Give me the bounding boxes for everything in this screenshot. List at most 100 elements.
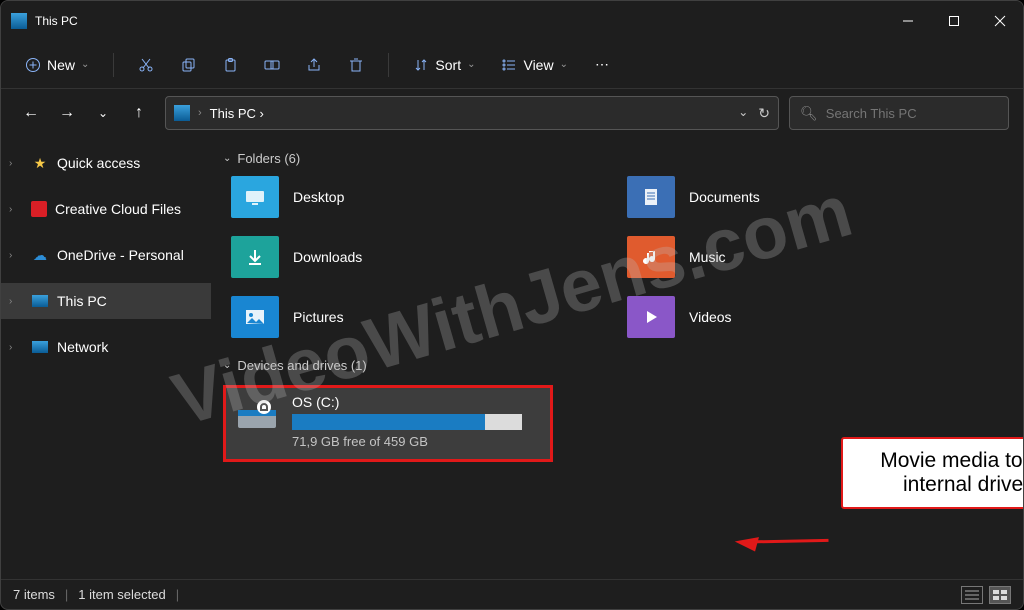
section-drives[interactable]: ⌄ Devices and drives (1) xyxy=(223,356,1013,379)
folder-icon xyxy=(627,176,675,218)
refresh-button[interactable]: ↻ xyxy=(758,105,770,122)
new-button[interactable]: New ⌄ xyxy=(15,47,99,83)
drive-icon xyxy=(234,394,280,434)
window-title: This PC xyxy=(35,14,885,28)
drive-os-c[interactable]: OS (C:) 71,9 GB free of 459 GB xyxy=(234,394,542,449)
chevron-right-icon: › xyxy=(198,107,202,119)
folder-label: Pictures xyxy=(293,309,344,325)
folder-downloads[interactable]: Downloads xyxy=(231,236,617,278)
callout-text: Movie media to an internal drive. xyxy=(880,449,1023,496)
folder-icon xyxy=(627,236,675,278)
annotation-arrow xyxy=(763,492,828,542)
chevron-down-icon: ⌄ xyxy=(560,59,568,70)
maximize-button[interactable] xyxy=(931,1,977,41)
sidebar-item-this-pc[interactable]: › This PC xyxy=(1,283,211,319)
status-bar: 7 items | 1 item selected | xyxy=(1,579,1023,609)
annotation-callout: Movie media to an internal drive. xyxy=(841,437,1023,509)
sort-button[interactable]: Sort ⌄ xyxy=(403,47,485,83)
delete-button[interactable] xyxy=(338,47,374,83)
folder-label: Desktop xyxy=(293,189,344,205)
sidebar: › ★ Quick access › Creative Cloud Files … xyxy=(1,137,211,579)
status-selected-count: 1 item selected xyxy=(78,587,165,602)
sidebar-item-creative-cloud[interactable]: › Creative Cloud Files xyxy=(1,191,211,227)
chevron-down-icon: ⌄ xyxy=(467,59,475,70)
drive-highlight-box: OS (C:) 71,9 GB free of 459 GB xyxy=(223,385,553,462)
cut-button[interactable] xyxy=(128,47,164,83)
chevron-right-icon: › xyxy=(9,204,23,215)
folder-label: Documents xyxy=(689,189,760,205)
sidebar-item-network[interactable]: › Network xyxy=(1,329,211,365)
more-button[interactable]: ⋯ xyxy=(584,47,620,83)
folder-label: Downloads xyxy=(293,249,362,265)
sidebar-item-label: Creative Cloud Files xyxy=(55,201,181,217)
view-large-icons-button[interactable] xyxy=(989,586,1011,604)
view-details-button[interactable] xyxy=(961,586,983,604)
chevron-right-icon: › xyxy=(9,296,23,307)
separator xyxy=(388,53,389,77)
paste-button[interactable] xyxy=(212,47,248,83)
share-button[interactable] xyxy=(296,47,332,83)
folder-videos[interactable]: Videos xyxy=(627,296,1013,338)
cloud-icon: ☁ xyxy=(31,246,49,264)
section-folders[interactable]: ⌄ Folders (6) xyxy=(223,149,1013,172)
search-box[interactable]: 🔍︎ xyxy=(789,96,1009,130)
view-label: View xyxy=(523,57,553,73)
folder-label: Videos xyxy=(689,309,732,325)
toolbar: New ⌄ Sort ⌄ View ⌄ xyxy=(1,41,1023,89)
drive-capacity-bar xyxy=(292,414,522,430)
search-input[interactable] xyxy=(826,106,1002,121)
folder-icon xyxy=(231,296,279,338)
this-pc-icon xyxy=(11,13,27,29)
sidebar-item-label: OneDrive - Personal xyxy=(57,247,184,263)
sort-label: Sort xyxy=(435,57,461,73)
back-button[interactable]: ← xyxy=(15,97,47,129)
new-label: New xyxy=(47,57,75,73)
section-label: Folders (6) xyxy=(237,151,300,166)
folder-music[interactable]: Music xyxy=(627,236,1013,278)
folder-desktop[interactable]: Desktop xyxy=(231,176,617,218)
separator xyxy=(113,53,114,77)
sidebar-item-onedrive[interactable]: › ☁ OneDrive - Personal xyxy=(1,237,211,273)
separator: | xyxy=(65,587,68,602)
network-icon xyxy=(31,338,49,356)
folder-documents[interactable]: Documents xyxy=(627,176,1013,218)
folder-icon xyxy=(231,236,279,278)
sidebar-item-quick-access[interactable]: › ★ Quick access xyxy=(1,145,211,181)
drive-used-fill xyxy=(292,414,485,430)
chevron-right-icon: › xyxy=(9,250,23,261)
chevron-down-icon: ⌄ xyxy=(81,59,89,70)
main-content: ⌄ Folders (6) Desktop Documents xyxy=(211,137,1023,579)
separator: | xyxy=(176,587,179,602)
this-pc-icon xyxy=(174,105,190,121)
search-icon: 🔍︎ xyxy=(800,105,818,122)
folder-icon xyxy=(231,176,279,218)
creative-cloud-icon xyxy=(31,201,47,217)
forward-button[interactable]: → xyxy=(51,97,83,129)
rename-button[interactable] xyxy=(254,47,290,83)
recent-button[interactable]: ⌄ xyxy=(87,97,119,129)
chevron-right-icon: › xyxy=(9,342,23,353)
up-button[interactable]: ↑ xyxy=(123,97,155,129)
folder-icon xyxy=(627,296,675,338)
copy-button[interactable] xyxy=(170,47,206,83)
chevron-down-icon[interactable]: ⌄ xyxy=(738,105,748,122)
chevron-down-icon: ⌄ xyxy=(223,153,231,164)
sidebar-item-label: Network xyxy=(57,339,108,355)
folder-label: Music xyxy=(689,249,726,265)
view-button[interactable]: View ⌄ xyxy=(491,47,577,83)
close-button[interactable] xyxy=(977,1,1023,41)
sidebar-item-label: Quick access xyxy=(57,155,140,171)
drive-name: OS (C:) xyxy=(292,394,542,410)
chevron-right-icon: › xyxy=(9,158,23,169)
navbar: ← → ⌄ ↑ › This PC › ⌄ ↻ 🔍︎ xyxy=(1,89,1023,137)
section-label: Devices and drives (1) xyxy=(237,358,366,373)
minimize-button[interactable] xyxy=(885,1,931,41)
folder-pictures[interactable]: Pictures xyxy=(231,296,617,338)
address-bar[interactable]: › This PC › ⌄ ↻ xyxy=(165,96,779,130)
this-pc-icon xyxy=(31,292,49,310)
sidebar-item-label: This PC xyxy=(57,293,107,309)
breadcrumb[interactable]: This PC › xyxy=(210,106,731,121)
status-items-count: 7 items xyxy=(13,587,55,602)
drive-free-text: 71,9 GB free of 459 GB xyxy=(292,434,542,449)
star-icon: ★ xyxy=(31,154,49,172)
